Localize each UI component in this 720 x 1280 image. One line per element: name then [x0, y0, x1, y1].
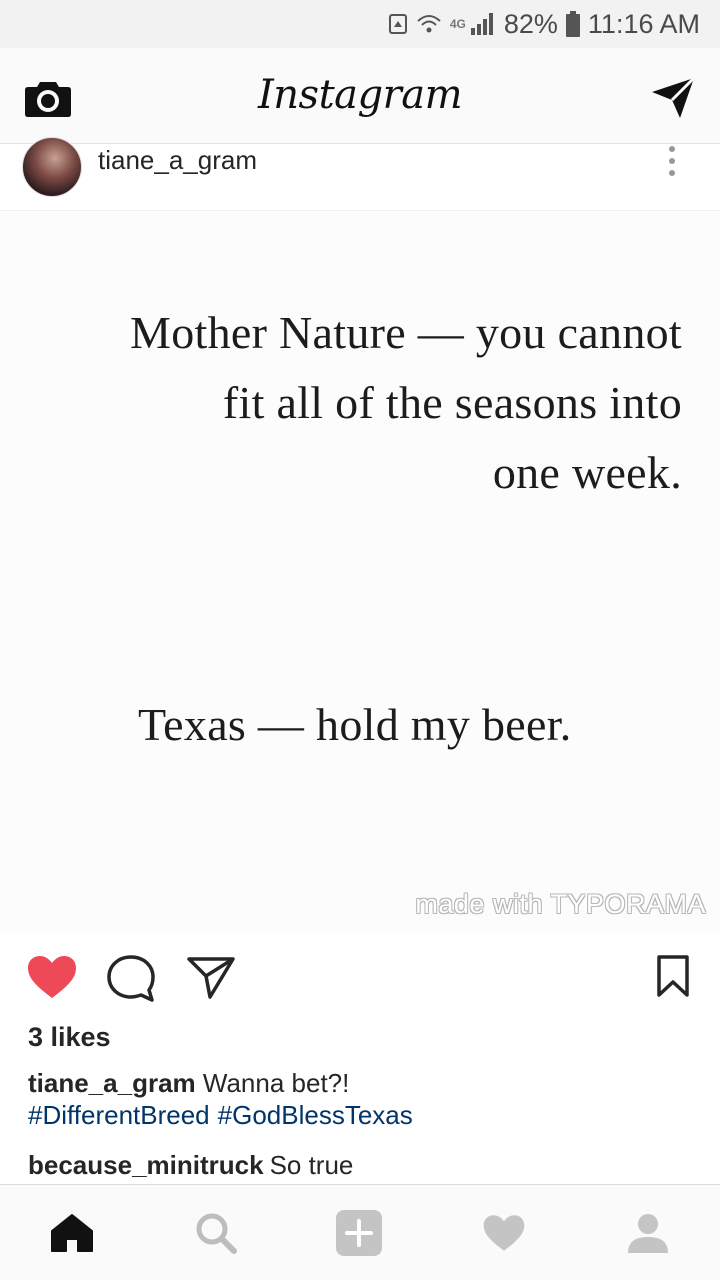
search-icon[interactable] — [192, 1209, 240, 1257]
share-icon[interactable] — [186, 954, 236, 1005]
status-bar: 4G 82% 11:16 AM — [0, 0, 720, 48]
post-image[interactable]: Mother Nature — you cannot fit all of th… — [0, 212, 720, 932]
comment-text: So true — [269, 1150, 354, 1180]
post-author-username[interactable]: tiane_a_gram — [98, 145, 257, 176]
comment-row: because_minitruck So true — [28, 1150, 353, 1181]
bottom-nav — [0, 1184, 720, 1280]
wifi-icon — [416, 13, 442, 35]
likes-count[interactable]: 3 likes — [28, 1022, 111, 1053]
heart-filled-icon[interactable] — [26, 954, 78, 1005]
caption: tiane_a_gram Wanna bet?! — [28, 1064, 698, 1102]
direct-message-icon[interactable] — [650, 76, 696, 120]
clock: 11:16 AM — [587, 8, 700, 39]
quote-top: Mother Nature — you cannot fit all of th… — [14, 298, 704, 508]
add-icon[interactable] — [335, 1209, 383, 1257]
hashtags: #DifferentBreed #GodBlessTexas — [28, 1100, 421, 1131]
hashtag-link[interactable]: #GodBlessTexas — [218, 1100, 413, 1130]
watermark: made with TYPORAMA — [415, 889, 706, 919]
caption-username[interactable]: tiane_a_gram — [28, 1068, 196, 1098]
heart-icon[interactable] — [480, 1209, 528, 1257]
quote-line: one week. — [492, 447, 682, 498]
network-type-label: 4G — [449, 17, 466, 31]
more-vertical-icon[interactable] — [664, 145, 680, 179]
profile-icon[interactable] — [624, 1209, 672, 1257]
comment-icon[interactable] — [106, 954, 156, 1007]
post-header: tiane_a_gram — [0, 137, 720, 211]
signal-icon — [470, 12, 496, 36]
quote-bottom: Texas — hold my beer. — [138, 699, 572, 750]
hashtag-link[interactable]: #DifferentBreed — [28, 1100, 210, 1130]
recycle-icon — [388, 13, 408, 35]
home-icon[interactable] — [48, 1209, 96, 1257]
battery-percent: 82% — [503, 8, 558, 39]
battery-icon — [565, 11, 580, 37]
caption-text: Wanna bet?! — [202, 1068, 350, 1098]
bookmark-icon[interactable] — [656, 954, 690, 1003]
app-header: Instagram — [0, 48, 720, 144]
comment-username[interactable]: because_minitruck — [28, 1150, 264, 1180]
quote-line: Mother Nature — you cannot — [130, 307, 682, 358]
post-actions — [0, 940, 720, 1020]
instagram-logo: Instagram — [257, 72, 463, 118]
avatar[interactable] — [22, 137, 82, 197]
quote-line: fit all of the seasons into — [222, 377, 682, 428]
